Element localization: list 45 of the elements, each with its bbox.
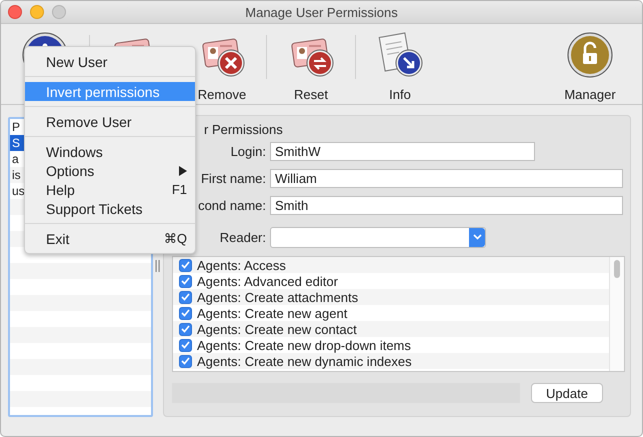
- permission-label: Agents: Create new agent: [197, 306, 348, 320]
- scrollbar-thumb[interactable]: [614, 260, 620, 278]
- toolbar-button-label[interactable]: Manager: [564, 86, 616, 102]
- checkbox[interactable]: [179, 338, 192, 352]
- chevron-down-icon: [472, 234, 482, 240]
- permission-label: Agents: Create new drop-down items: [197, 338, 411, 352]
- checkbox[interactable]: [179, 322, 192, 336]
- text-field[interactable]: William: [270, 169, 623, 188]
- close-button[interactable]: [8, 5, 22, 19]
- permission-label: Agents: Access: [197, 258, 286, 272]
- toolbar-button-label[interactable]: Remove: [198, 86, 246, 102]
- shortcut-label: F1: [172, 182, 187, 197]
- checkbox[interactable]: [179, 290, 192, 304]
- panel-title: r Permissions: [203, 122, 284, 138]
- checkbox[interactable]: [179, 354, 192, 368]
- field-label: Reader:: [220, 230, 266, 244]
- toolbar-button-label[interactable]: Reset: [294, 86, 328, 102]
- menu-item[interactable]: Options: [25, 161, 195, 180]
- checkbox[interactable]: [179, 258, 192, 272]
- menu-item[interactable]: Help F1: [25, 180, 195, 199]
- shortcut-label: ⌘Q: [164, 230, 187, 246]
- permission-label: Agents: Create new contact: [197, 322, 357, 336]
- checkbox[interactable]: [179, 274, 192, 288]
- menu-item[interactable]: Remove User: [25, 112, 195, 131]
- dropdown-field[interactable]: [270, 226, 486, 248]
- checkbox[interactable]: [179, 306, 192, 320]
- permission-label: Agents: Create new dynamic indexes: [197, 354, 412, 368]
- field-label: Login:: [230, 144, 266, 159]
- lock-icon[interactable]: [566, 30, 614, 78]
- menu-item[interactable]: Support Tickets: [25, 199, 195, 218]
- window-title: Manage User Permissions: [245, 4, 398, 20]
- splitter-handle-icon[interactable]: [155, 260, 161, 272]
- update-button[interactable]: Update: [531, 383, 603, 403]
- menu-item[interactable]: New User: [25, 52, 195, 71]
- text-field[interactable]: Smith: [270, 196, 623, 215]
- menu-item[interactable]: Windows: [25, 142, 195, 161]
- document-arrow-icon[interactable]: [376, 30, 424, 78]
- permission-label: Agents: Create attachments: [197, 290, 358, 304]
- permission-label: Agents: Advanced editor: [197, 274, 338, 288]
- field-label: cond name:: [198, 198, 266, 213]
- toolbar-button-label[interactable]: Info: [389, 86, 411, 102]
- menu-item[interactable]: Exit ⌘Q: [25, 229, 195, 248]
- text-field[interactable]: SmithW: [270, 142, 535, 161]
- submenu-arrow-icon: [179, 166, 187, 176]
- field-label: First name:: [200, 171, 266, 186]
